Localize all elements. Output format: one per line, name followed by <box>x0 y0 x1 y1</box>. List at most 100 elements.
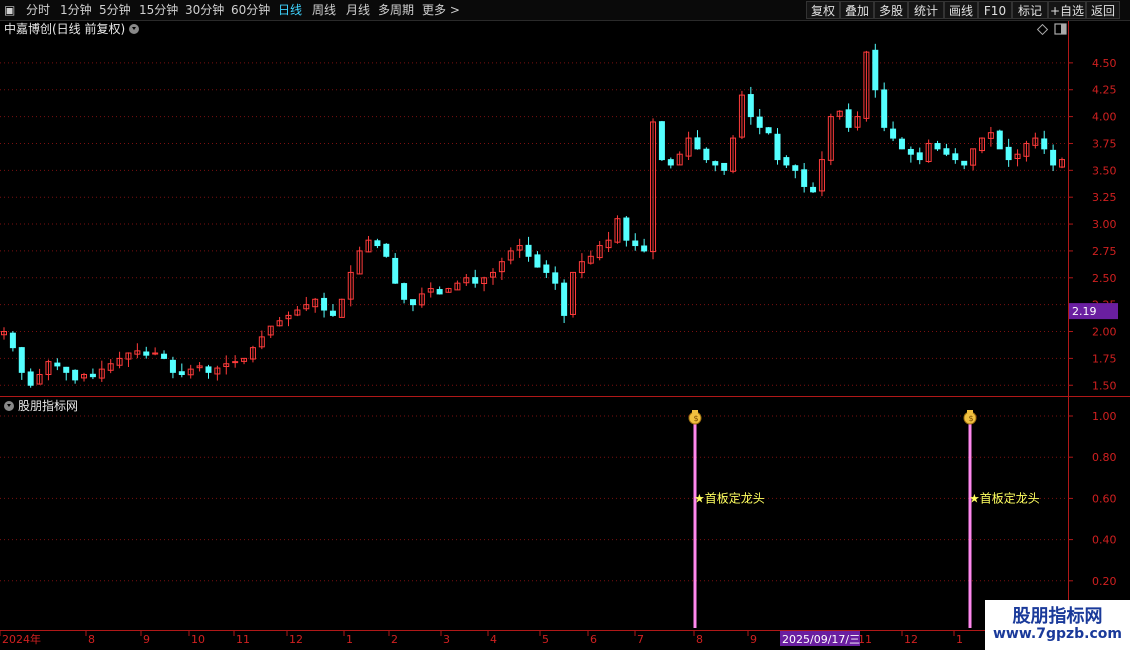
money-bag-tie <box>967 410 973 413</box>
candle-body <box>783 157 790 166</box>
date-tick-label: 3 <box>443 633 450 646</box>
candle-body <box>321 297 328 311</box>
candle-body <box>392 257 399 284</box>
candle-body <box>952 153 959 161</box>
price-tick-label: 3.00 <box>1092 218 1117 231</box>
candle-body <box>54 362 61 367</box>
candle-body <box>934 143 941 150</box>
signal-label: ★首板定龙头 <box>694 490 765 505</box>
candle-body <box>890 128 897 139</box>
price-tick-label: 1.50 <box>1092 379 1117 392</box>
signal-bar <box>968 424 972 628</box>
date-tick-label: 1 <box>956 633 963 646</box>
indicator-tick-label: 0.60 <box>1092 492 1117 505</box>
date-tick-label: 10 <box>191 633 205 646</box>
kline-chart[interactable]: 4.504.254.003.753.503.253.002.752.502.25… <box>0 0 1130 650</box>
candle-body <box>712 161 719 166</box>
candlestick-series <box>1 43 1065 388</box>
watermark: 股朋指标网 www.7gpzb.com <box>985 600 1130 650</box>
candle-body <box>143 351 150 356</box>
candle-body <box>525 244 532 257</box>
candle-body <box>658 121 665 161</box>
candle-body <box>329 310 336 316</box>
date-tick-label: 8 <box>88 633 95 646</box>
candle-body <box>9 332 16 349</box>
grid-lines <box>0 21 1130 631</box>
date-tick-label: 12 <box>289 633 303 646</box>
candle-body <box>765 127 772 134</box>
candle-body <box>27 371 34 386</box>
window-icon-fill <box>1061 24 1066 34</box>
price-tick-label: 4.50 <box>1092 57 1117 70</box>
watermark-title: 股朋指标网 <box>1012 606 1103 627</box>
price-tick-label: 3.75 <box>1092 137 1117 150</box>
candle-body <box>72 369 79 381</box>
candle-body <box>907 148 914 155</box>
candle-body <box>1041 138 1048 150</box>
price-tick-label: 1.75 <box>1092 352 1117 365</box>
date-tick-label: 2 <box>391 633 398 646</box>
candle-body <box>534 254 541 268</box>
candle-body <box>774 133 781 161</box>
price-tick-label: 2.00 <box>1092 326 1117 339</box>
price-tick-label: 3.25 <box>1092 191 1117 204</box>
money-bag-glyph: $ <box>968 414 973 423</box>
candle-body <box>232 361 239 364</box>
candle-body <box>898 138 905 150</box>
candle-body <box>1005 146 1012 161</box>
date-tick-label: 1 <box>346 633 353 646</box>
candle-body <box>161 353 168 359</box>
candle-body <box>89 373 96 378</box>
date-tick-label: 9 <box>750 633 757 646</box>
money-bag-glyph: $ <box>693 414 698 423</box>
panel-icons <box>1036 23 1067 36</box>
date-tick-label: 6 <box>590 633 597 646</box>
indicator-tick-label: 0.20 <box>1092 575 1117 588</box>
date-axis: 2024年 8 9 10 11 12 1 2 3 4 5 6 7 8 9 11 12 12025/09/17/三 <box>0 631 1130 650</box>
candle-body <box>943 148 950 155</box>
candle-body <box>632 240 639 247</box>
candle-body <box>747 94 754 118</box>
signal-label: ★首板定龙头 <box>969 490 1040 505</box>
candle-body <box>756 116 763 128</box>
candle-body <box>543 264 550 273</box>
price-tick-label: 4.00 <box>1092 111 1117 124</box>
candle-body <box>169 359 176 373</box>
candle-body <box>623 217 630 241</box>
candle-body <box>961 160 968 166</box>
candle-body <box>561 282 568 316</box>
candle-body <box>641 245 648 252</box>
indicator-axis: 1.00 0.80 0.60 0.40 0.20 <box>1068 410 1117 588</box>
price-axis: 4.504.254.003.753.503.253.002.752.502.25… <box>1068 57 1118 392</box>
cursor-date-label: 2025/09/17/三 <box>782 633 860 646</box>
date-tick-label: 8 <box>696 633 703 646</box>
date-tick-label: 5 <box>542 633 549 646</box>
candle-body <box>552 272 559 284</box>
current-price-label: 2.19 <box>1072 305 1097 318</box>
candle-body <box>1050 149 1057 166</box>
side-panel-edge <box>1118 21 1130 631</box>
price-tick-label: 2.50 <box>1092 272 1117 285</box>
candle-body <box>472 277 479 284</box>
candle-body <box>63 366 70 373</box>
candle-body <box>845 109 852 128</box>
indicator-tick-label: 1.00 <box>1092 410 1117 423</box>
candle-body <box>374 240 381 247</box>
candle-body <box>792 165 799 171</box>
price-tick-label: 3.50 <box>1092 164 1117 177</box>
candle-body <box>872 49 879 91</box>
candle-body <box>205 366 212 373</box>
candle-body <box>810 186 817 193</box>
date-tick-label: 12 <box>904 633 918 646</box>
candle-body <box>436 289 443 295</box>
indicator-tick-label: 0.80 <box>1092 451 1117 464</box>
date-tick-label: 7 <box>637 633 644 646</box>
date-tick-label: 4 <box>490 633 497 646</box>
signal-bar <box>693 424 697 628</box>
candle-body <box>721 162 728 171</box>
candle-body <box>694 137 701 150</box>
candle-body <box>178 371 185 376</box>
indicator-signals: $ ★首板定龙头 $ ★首板定龙头 <box>688 410 1040 628</box>
candle-body <box>916 152 923 161</box>
diamond-icon[interactable] <box>1036 23 1049 36</box>
